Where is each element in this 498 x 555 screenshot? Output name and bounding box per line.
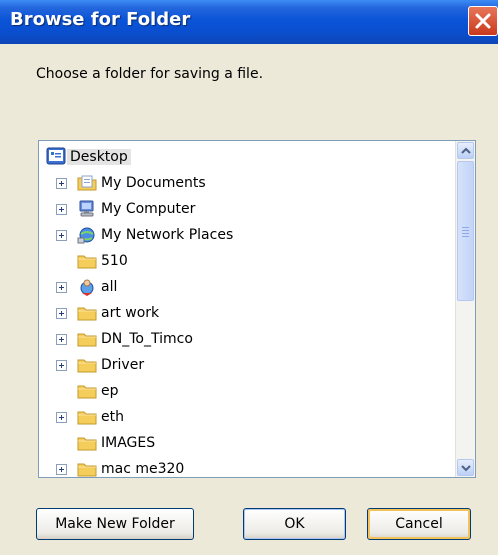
tree-item[interactable]: art work [39,300,455,326]
tree-item-label: mac me320 [101,461,185,477]
ok-button[interactable]: OK [243,508,346,540]
globe-user-icon [80,279,94,296]
tree-item-label: IMAGES [101,435,156,451]
close-button[interactable] [468,6,498,36]
tree-item[interactable]: IMAGES [39,430,455,456]
browse-for-folder-dialog: Browse for Folder Choose a folder for sa… [0,0,498,555]
folder-icon [77,307,97,321]
tree-item-label: Driver [101,357,145,373]
folder-icon [77,385,97,399]
folder-icon [77,437,97,451]
cancel-button[interactable]: Cancel [367,508,471,540]
expand-toggle[interactable] [56,230,67,241]
expand-toggle[interactable] [56,308,67,319]
expand-toggle[interactable] [56,334,67,345]
folder-icon [77,333,97,347]
tree-item[interactable]: eth [39,404,455,430]
expand-toggle[interactable] [56,360,67,371]
title-bar[interactable]: Browse for Folder [0,0,498,44]
expand-toggle[interactable] [56,204,67,215]
desktop-icon [46,147,66,165]
tree-item[interactable]: mac me320 [39,456,455,477]
documents-folder-icon [77,175,97,191]
close-icon [475,13,491,29]
tree-item-label: eth [101,409,124,425]
tree-item[interactable]: My Computer [39,196,455,222]
tree-item-label: 510 [101,253,128,269]
expand-toggle[interactable] [56,412,67,423]
tree-item-label: ep [101,383,119,399]
tree-item-label: My Computer [101,201,196,217]
tree-item-label: all [101,279,118,295]
tree-item[interactable]: ep [39,378,455,404]
folder-tree[interactable]: Desktop My Documents My Computer My Networ… [38,140,476,478]
tree-item[interactable]: 510 [39,248,455,274]
tree-item[interactable]: Driver [39,352,455,378]
folder-icon [77,255,97,269]
folder-icon [77,463,97,477]
network-places-icon [77,227,95,244]
tree-item[interactable]: My Network Places [39,222,455,248]
dialog-title: Browse for Folder [10,9,191,30]
folder-icon [77,411,97,425]
tree-item[interactable]: all [39,274,455,300]
tree-item-label: My Network Places [101,227,234,243]
dialog-prompt: Choose a folder for saving a file. [36,66,264,82]
tree-item-label: DN_To_Timco [101,331,193,347]
expand-toggle[interactable] [56,282,67,293]
make-new-folder-button[interactable]: Make New Folder [36,508,194,540]
chevron-up-icon [461,147,471,154]
tree-item-label: My Documents [101,175,206,191]
tree-item[interactable]: DN_To_Timco [39,326,455,352]
tree-item-label: art work [101,305,160,321]
chevron-down-icon [461,465,471,472]
scroll-down-button[interactable] [457,459,474,476]
expand-toggle[interactable] [56,464,67,475]
tree-item[interactable]: My Documents [39,170,455,196]
computer-icon [79,200,94,217]
folder-icon [77,359,97,373]
scroll-thumb[interactable] [457,161,474,301]
tree-item-desktop[interactable]: Desktop [39,144,455,170]
scroll-up-button[interactable] [457,142,474,159]
vertical-scrollbar[interactable] [455,141,475,477]
tree-item-label: Desktop [67,149,131,165]
expand-toggle[interactable] [56,178,67,189]
